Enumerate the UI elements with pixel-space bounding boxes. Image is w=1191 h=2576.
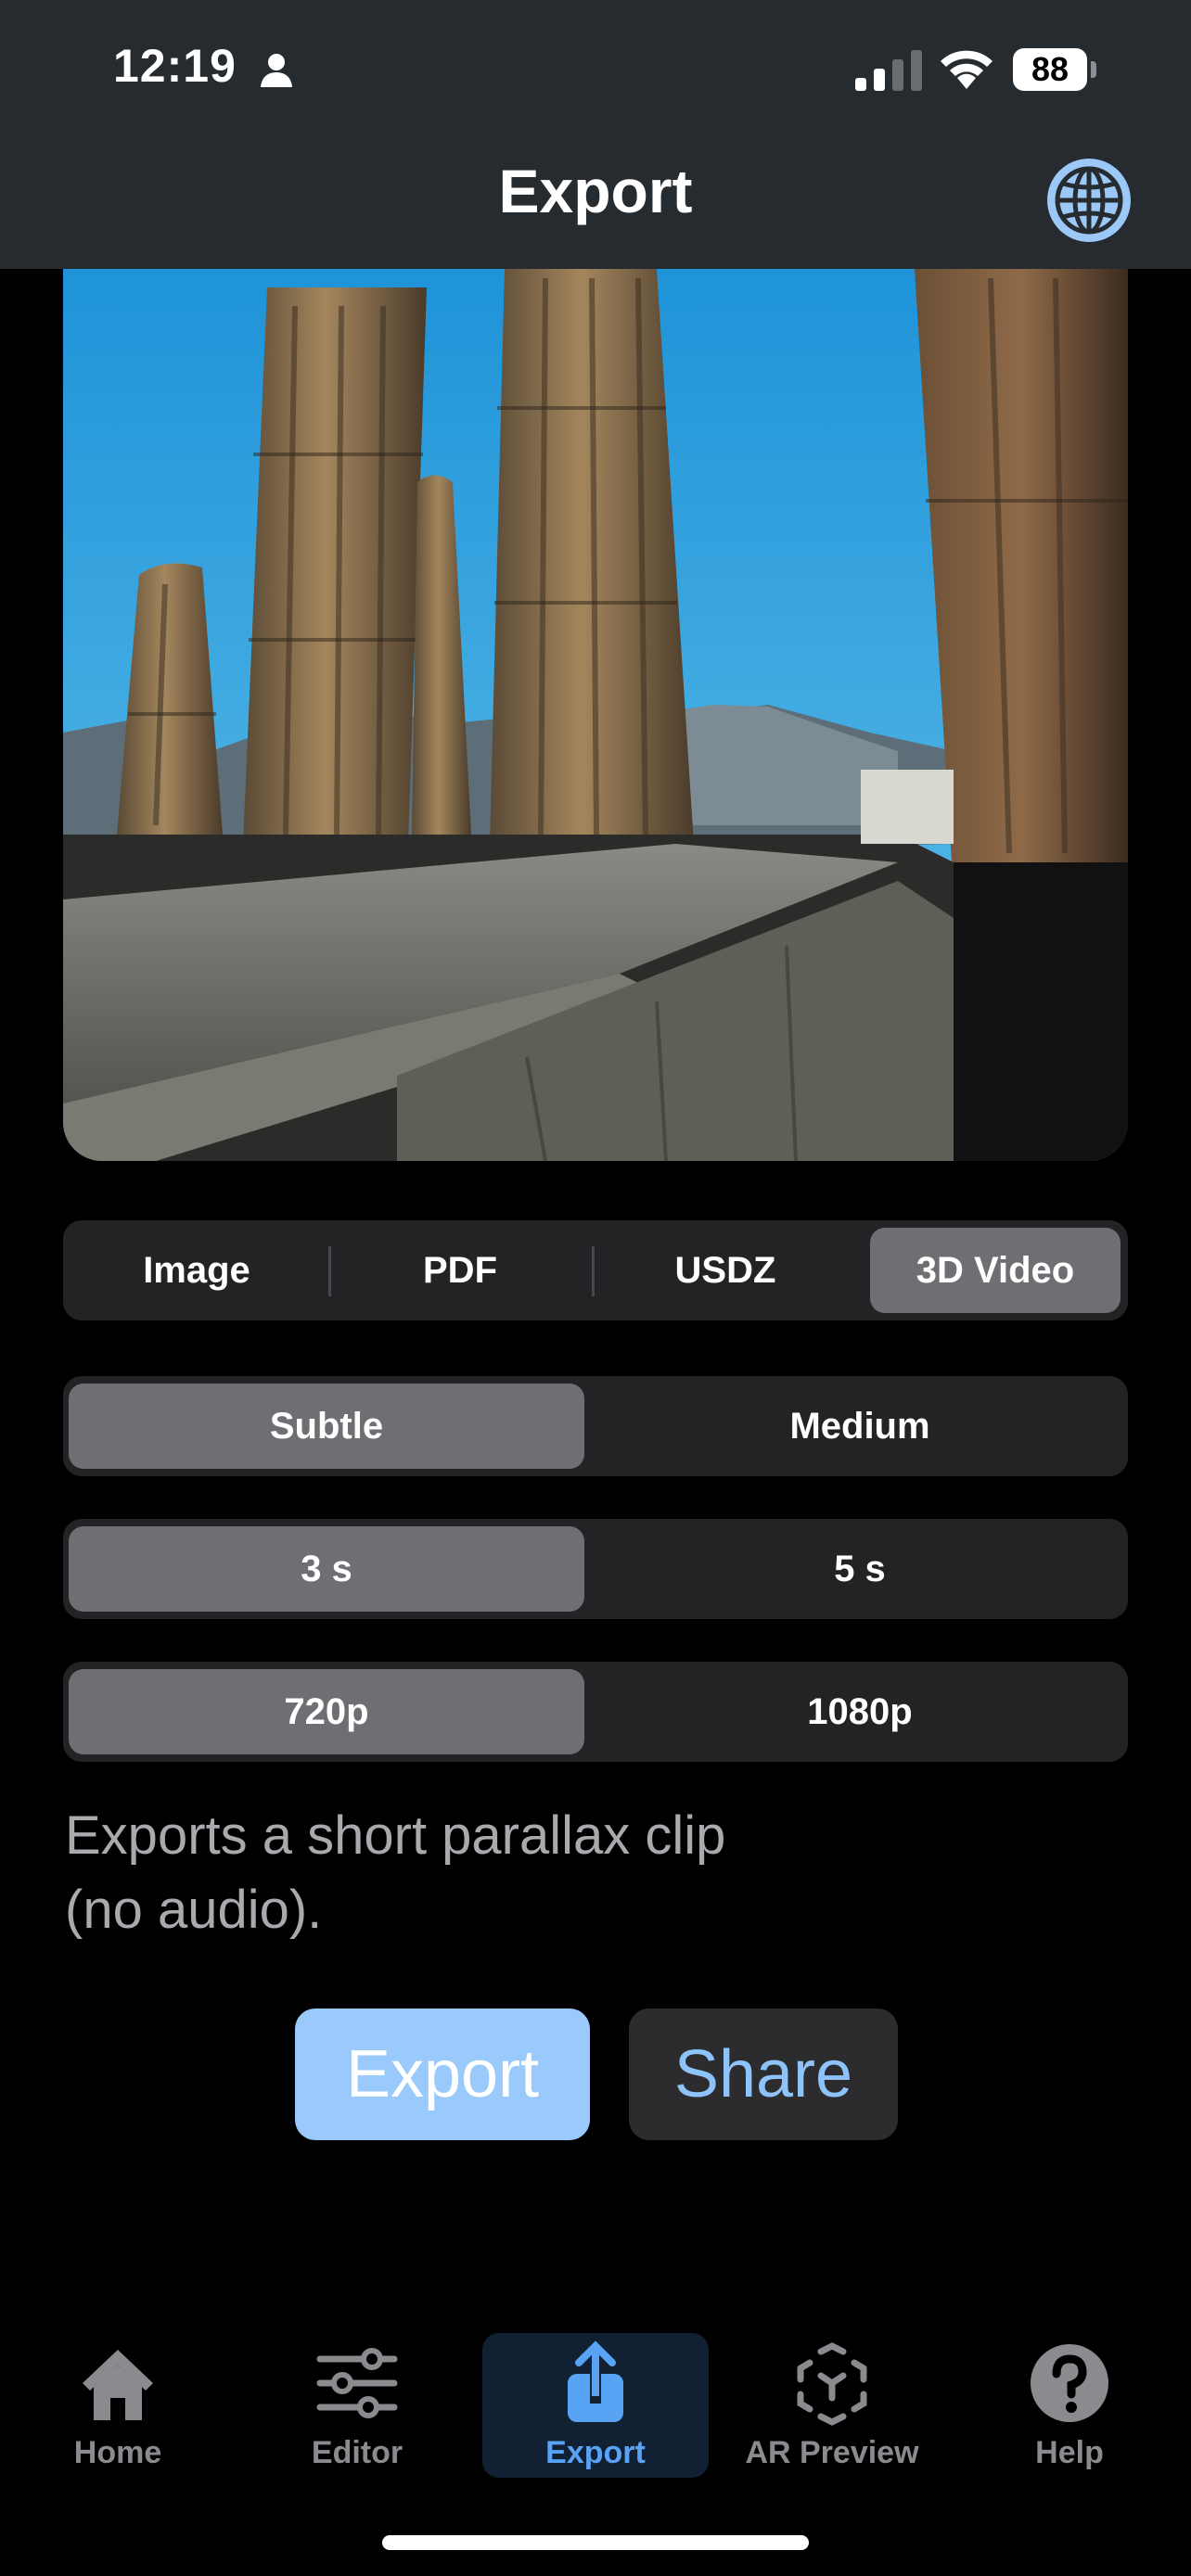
segment-divider (592, 1246, 595, 1296)
tab-label: Export (545, 2435, 646, 2470)
intensity-segmented-control: Subtle Medium (63, 1376, 1128, 1476)
tab-ar-preview[interactable]: AR Preview (725, 2339, 939, 2506)
preview-image (63, 269, 1128, 1161)
format-tab-usdz[interactable]: USDZ (599, 1228, 852, 1313)
duration-3s[interactable]: 3 s (69, 1526, 584, 1612)
resolution-1080p[interactable]: 1080p (597, 1669, 1122, 1754)
tab-label: Home (73, 2435, 162, 2470)
house-icon (83, 2350, 153, 2420)
person-icon (261, 54, 292, 87)
tab-label: Help (1035, 2435, 1104, 2470)
duration-segmented-control: 3 s 5 s (63, 1519, 1128, 1619)
export-info-line: (no audio). (65, 1880, 323, 1940)
sliders-icon (316, 2348, 398, 2418)
question-icon (1031, 2344, 1108, 2422)
tab-label: Editor (311, 2435, 403, 2470)
export-info-line: Exports a short parallax clip (65, 1805, 726, 1866)
format-tab-pdf[interactable]: PDF (334, 1228, 586, 1313)
home-indicator[interactable] (382, 2535, 809, 2550)
ar-cube-icon (797, 2342, 867, 2426)
battery-level: 88 (1031, 50, 1069, 88)
top-header: 12:19 88 Export (0, 0, 1191, 269)
globe-icon[interactable] (1044, 156, 1133, 245)
status-time: 12:19 (113, 40, 237, 92)
battery-indicator: 88 (1013, 48, 1096, 91)
tab-home[interactable]: Home (11, 2339, 224, 2506)
tab-label: AR Preview (745, 2435, 919, 2470)
intensity-subtle[interactable]: Subtle (69, 1384, 584, 1469)
page-title: Export (498, 157, 693, 225)
tab-export[interactable]: Export (482, 2333, 709, 2478)
format-segmented-control: Image PDF USDZ 3D Video (63, 1220, 1128, 1320)
segment-divider (328, 1246, 331, 1296)
resolution-segmented-control: 720p 1080p (63, 1662, 1128, 1762)
resolution-720p[interactable]: 720p (69, 1669, 584, 1754)
share-button[interactable]: Share (629, 2009, 898, 2140)
format-tab-image[interactable]: Image (70, 1228, 323, 1313)
wifi-icon (941, 50, 992, 89)
tab-editor[interactable]: Editor (250, 2339, 464, 2506)
intensity-medium[interactable]: Medium (597, 1384, 1122, 1469)
duration-5s[interactable]: 5 s (597, 1526, 1122, 1612)
share-icon (568, 2340, 623, 2422)
export-info-text: Exports a short parallax clip (no audio)… (65, 1799, 1085, 1947)
export-button[interactable]: Export (295, 2009, 590, 2140)
tab-help[interactable]: Help (963, 2339, 1176, 2506)
cell-signal-icon (855, 50, 922, 91)
format-tab-3d-video[interactable]: 3D Video (870, 1228, 1121, 1313)
